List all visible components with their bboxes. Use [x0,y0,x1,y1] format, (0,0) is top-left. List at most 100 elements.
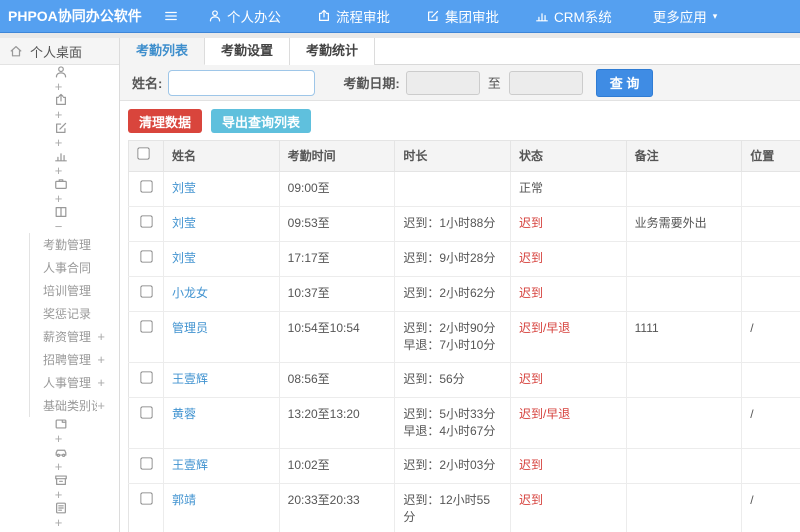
status-cell: 正常 [510,171,627,207]
row-checkbox[interactable] [139,492,153,505]
tab[interactable]: 考勤设置 [205,38,291,65]
sidebar-item[interactable]: 集团审批 + [0,121,119,149]
date-from-input[interactable] [405,70,480,95]
sidebar-item[interactable]: 用车管理 + [0,445,119,473]
table-row: 王壹辉 08:56至 迟到：56分 迟到 [128,362,800,398]
sidebar-item[interactable]: 考勤管理 [29,233,119,256]
book-icon [54,205,68,219]
expand-toggle-icon[interactable]: + [97,329,119,344]
archive-icon [54,473,68,487]
status-cell: 迟到 [510,206,627,242]
sidebar-item[interactable]: 培训管理 [29,279,119,302]
row-checkbox[interactable] [139,406,153,419]
top-nav-label: 集团审批 [445,10,499,25]
chart-icon [535,9,549,23]
expand-toggle-icon[interactable]: + [55,515,74,529]
employee-name-link[interactable]: 刘莹 [172,216,196,230]
name-cell: 刘莹 [163,206,280,242]
export-list-button[interactable]: 导出查询列表 [211,109,312,133]
table-header-row: 姓名 考勤时间 时长 状态 备注 位置 [128,140,800,172]
sidebar-item[interactable]: 公文管理 + [0,417,119,445]
sidebar-item[interactable]: 人事管理 + [29,371,119,394]
row-checkbox[interactable] [139,180,153,193]
row-checkbox[interactable] [139,285,153,298]
hamburger-menu-icon[interactable] [164,9,184,23]
duration-cell: 迟到：1小时88分 [394,206,511,242]
sidebar-item-label: 奖惩记录 [43,307,92,321]
employee-name-link[interactable]: 黄蓉 [172,407,196,421]
topbar: PHPOA协同办公软件 个人办公 流程审批 集团审批 CRM系统 更多应用 ▾ [0,0,800,33]
top-nav-item[interactable]: 更多应用 ▾ [648,6,718,26]
query-button[interactable]: 查 询 [595,68,654,97]
expand-toggle-icon[interactable]: + [97,352,119,367]
expand-toggle-icon[interactable]: − [55,219,74,233]
employee-name-link[interactable]: 刘莹 [172,181,196,195]
row-checkbox-cell [128,362,164,398]
expand-toggle-icon[interactable]: + [97,398,119,413]
tab[interactable]: 考勤统计 [290,38,376,65]
status-badge: 迟到 [518,216,543,230]
expand-toggle-icon[interactable]: + [55,191,74,205]
expand-toggle-icon[interactable]: + [55,459,74,473]
name-filter-label: 姓名: [132,76,163,91]
sidebar-item[interactable]: 基础类别设置 + [29,394,119,417]
tab[interactable]: 考勤列表 [120,38,206,65]
sidebar-item[interactable]: 奖惩记录 [29,302,119,325]
employee-name-link[interactable]: 郭靖 [172,493,196,507]
sidebar-item[interactable]: 行政办公 + [0,177,119,205]
employee-name-link[interactable]: 王壹辉 [172,458,208,472]
user-icon [54,65,68,79]
select-all-checkbox[interactable] [137,147,150,160]
send-icon [54,93,68,107]
filter-bar: 姓名: 考勤日期: 至 查 询 [120,65,800,101]
date-to-input[interactable] [508,70,583,95]
row-checkbox[interactable] [139,371,153,384]
action-buttons: 清理数据 导出查询列表 [128,109,792,133]
sidebar-item-label: 薪资管理 [43,330,92,344]
row-checkbox[interactable] [139,457,153,470]
top-nav-item[interactable]: 个人办公 [208,6,287,26]
status-badge: 迟到/早退 [518,407,571,421]
expand-toggle-icon[interactable]: + [55,107,74,121]
location-cell [741,362,800,398]
employee-name-link[interactable]: 管理员 [172,321,208,335]
row-checkbox[interactable] [139,250,153,263]
expand-toggle-icon[interactable]: + [55,79,74,93]
employee-name-link[interactable]: 刘莹 [172,251,196,265]
expand-toggle-icon[interactable]: + [55,135,74,149]
name-cell: 刘莹 [163,241,280,277]
expand-toggle-icon[interactable]: + [97,375,119,390]
expand-toggle-icon[interactable]: + [55,163,74,177]
sidebar-item[interactable]: 项目管理 + [0,501,119,529]
sidebar-item[interactable]: 人事合同 [29,256,119,279]
name-filter-input[interactable] [168,69,316,96]
caret-down-icon: ▾ [712,10,718,21]
top-nav-item[interactable]: CRM系统 [535,6,618,26]
sidebar-item[interactable]: 薪资管理 + [29,325,119,348]
duration-cell: 迟到：5小时33分 早退：4小时67分 [394,397,511,449]
location-cell: / [741,397,800,449]
top-nav-item[interactable]: 流程审批 [317,6,396,26]
remark-cell [626,397,743,449]
employee-name-link[interactable]: 王壹辉 [172,372,208,386]
sidebar-item[interactable]: CRM系统 + [0,149,119,177]
sidebar-item[interactable]: 流程审批 + [0,93,119,121]
column-header: 考勤时间 [279,140,396,172]
sidebar-item[interactable]: 招聘管理 + [29,348,119,371]
expand-toggle-icon[interactable]: + [55,487,74,501]
expand-toggle-icon[interactable]: + [55,431,74,445]
sidebar-item-label: 人事合同 [43,261,92,275]
duration-cell: 迟到：2小时03分 [394,448,511,484]
row-checkbox[interactable] [139,320,153,333]
sidebar-item[interactable]: 个人办公 + [0,65,119,93]
row-checkbox-cell [128,171,164,207]
sidebar-item[interactable]: 个人桌面 [0,38,119,65]
status-badge: 迟到 [518,493,543,507]
top-nav-item[interactable]: 集团审批 [426,6,505,26]
row-checkbox[interactable] [139,215,153,228]
employee-name-link[interactable]: 小龙女 [172,286,208,300]
sidebar-item[interactable]: 档案管理 + [0,473,119,501]
clean-data-button[interactable]: 清理数据 [128,109,203,133]
sidebar-item[interactable]: 人力资源 − [0,205,119,233]
attendance-time-cell: 10:54至10:54 [279,311,396,363]
